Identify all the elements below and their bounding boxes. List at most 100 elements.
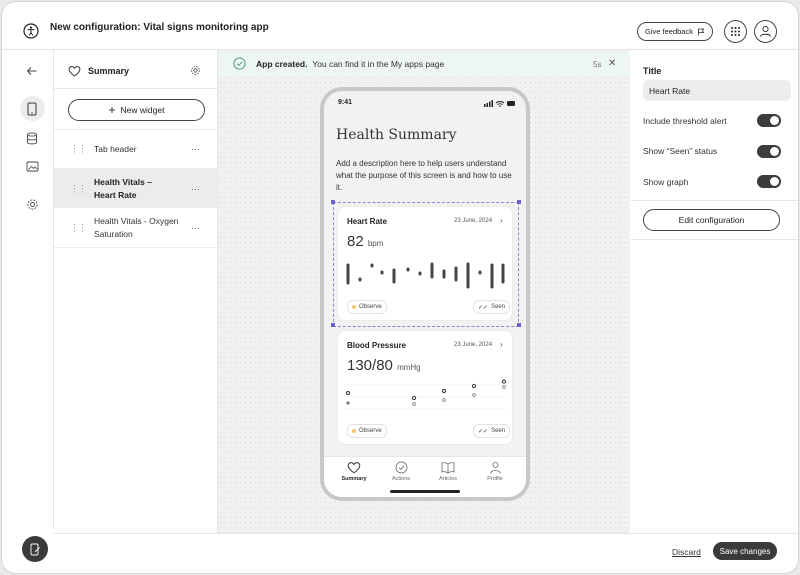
observe-dot-icon <box>352 305 356 309</box>
widget-panel-header: Summary <box>54 50 217 89</box>
save-changes-button[interactable]: Save changes <box>713 542 777 560</box>
toast-bold: App created. <box>256 59 308 69</box>
seen-status-label: Show “Seen” status <box>643 146 718 156</box>
feedback-label: Give feedback <box>645 27 693 36</box>
rail-data-button[interactable] <box>23 129 41 147</box>
seen-status-toggle[interactable] <box>757 145 781 158</box>
more-options-icon[interactable]: ··· <box>191 144 200 154</box>
toast-timer: 5s <box>593 60 602 69</box>
plus-icon: + <box>108 103 116 117</box>
value-unit: mmHg <box>397 363 421 372</box>
card-value: 82 bpm <box>347 233 383 250</box>
title-input[interactable] <box>643 80 791 101</box>
seen-badge[interactable]: ✓✓ Seen <box>473 300 511 314</box>
widget-list-item-selected[interactable]: ⋮⋮ Health Vitals – Heart Rate ··· <box>54 168 217 208</box>
selection-handle[interactable] <box>331 200 335 204</box>
phone-edit-icon <box>30 543 40 555</box>
check-circle-icon <box>395 461 407 474</box>
tab-label: Articles <box>438 476 458 482</box>
double-check-icon: ✓✓ <box>478 304 489 311</box>
more-options-icon[interactable]: ··· <box>191 223 200 233</box>
screen-title: Summary <box>88 66 130 76</box>
selection-handle[interactable] <box>517 323 521 327</box>
double-check-icon: ✓✓ <box>478 428 489 435</box>
heart-rate-sparkline <box>346 262 505 289</box>
icon-rail <box>12 50 54 529</box>
check-circle-icon <box>233 57 246 70</box>
tab-actions[interactable]: Actions <box>381 461 421 482</box>
apps-grid-button[interactable] <box>724 20 747 43</box>
screen-settings-icon[interactable] <box>190 65 201 76</box>
new-widget-button[interactable]: + New widget <box>68 99 205 121</box>
discard-link[interactable]: Discard <box>672 547 701 557</box>
close-icon[interactable]: ✕ <box>608 58 616 69</box>
phone-tab-bar: Summary Actions Articles Profile <box>324 456 526 497</box>
status-icons <box>484 100 515 107</box>
edit-configuration-button[interactable]: Edit configuration <box>643 209 780 231</box>
back-button[interactable] <box>23 62 41 80</box>
drag-handle-icon[interactable]: ⋮⋮ <box>70 144 87 155</box>
threshold-alert-label: Include threshold alert <box>643 116 727 126</box>
tab-label: Summary <box>341 476 367 482</box>
widget-panel: Summary + New widget ⋮⋮ Tab header ··· ⋮… <box>54 50 218 533</box>
apps-grid-icon <box>731 27 740 36</box>
value-unit: bpm <box>367 239 384 248</box>
user-icon <box>760 25 771 37</box>
observe-badge: Observe <box>347 424 387 438</box>
heart-icon <box>347 462 361 474</box>
flag-icon <box>698 28 705 35</box>
observe-dot-icon <box>352 429 356 433</box>
widget-label: Health Vitals – Heart Rate <box>94 177 152 200</box>
user-menu-button[interactable] <box>754 20 777 43</box>
status-time: 9:41 <box>338 99 353 106</box>
widget-list-item[interactable]: ⋮⋮ Health Vitals - Oxygen Saturation ··· <box>54 207 217 248</box>
show-graph-label: Show graph <box>643 177 689 187</box>
card-value: 130/80 mmHg <box>347 357 421 374</box>
rail-media-button[interactable] <box>23 157 41 175</box>
chevron-right-icon[interactable]: › <box>500 216 503 225</box>
blood-pressure-card[interactable]: Blood Pressure 23 June, 2024 › 130/80 mm… <box>338 331 512 444</box>
phone-icon <box>27 102 37 116</box>
seen-badge[interactable]: ✓✓ Seen <box>473 424 511 438</box>
threshold-alert-toggle[interactable] <box>757 114 781 127</box>
drag-handle-icon[interactable]: ⋮⋮ <box>70 183 87 194</box>
tab-label: Actions <box>391 476 411 482</box>
rail-settings-button[interactable] <box>23 195 41 213</box>
badge-label: Observe <box>359 304 382 310</box>
value-number: 82 <box>347 233 364 250</box>
tab-articles[interactable]: Articles <box>428 461 468 482</box>
heart-icon <box>68 66 81 77</box>
observe-badge: Observe <box>347 300 387 314</box>
chevron-right-icon[interactable]: › <box>500 340 503 349</box>
card-title: Blood Pressure <box>347 341 407 350</box>
toast-text: You can find it in the My apps page <box>312 59 445 69</box>
accessibility-logo-icon <box>23 23 39 39</box>
top-bar: New configuration: Vital signs monitorin… <box>2 2 798 50</box>
divider <box>631 239 798 240</box>
tab-summary[interactable]: Summary <box>334 461 374 482</box>
toast-message: App created. You can find it in the My a… <box>256 59 444 69</box>
more-options-icon[interactable]: ··· <box>191 184 200 194</box>
value-number: 130/80 <box>347 357 393 374</box>
tab-profile[interactable]: Profile <box>475 461 515 482</box>
show-graph-toggle[interactable] <box>757 175 781 188</box>
card-date: 23 June, 2024 <box>454 342 493 348</box>
widget-list-item[interactable]: ⋮⋮ Tab header ··· <box>54 129 217 168</box>
tab-label: Profile <box>487 476 503 482</box>
properties-panel: Title Include threshold alert Show “Seen… <box>631 50 798 533</box>
title-field-label: Title <box>643 66 662 76</box>
app-title: New configuration: Vital signs monitorin… <box>50 22 269 33</box>
heart-rate-card[interactable]: Heart Rate 23 June, 2024 › 82 bpm Observ… <box>338 207 512 320</box>
app-frame: New configuration: Vital signs monitorin… <box>2 2 798 573</box>
give-feedback-button[interactable]: Give feedback <box>637 22 713 41</box>
selection-handle[interactable] <box>517 200 521 204</box>
badge-label: Seen <box>491 428 506 434</box>
user-icon <box>489 462 501 474</box>
selection-handle[interactable] <box>331 323 335 327</box>
success-toast: App created. You can find it in the My a… <box>218 52 630 76</box>
arrow-left-icon <box>26 67 37 75</box>
phone-preview: 9:41 Health Summary Add a description he… <box>320 87 530 501</box>
rail-screens-button[interactable] <box>23 100 41 118</box>
preview-device-button[interactable] <box>22 536 48 562</box>
drag-handle-icon[interactable]: ⋮⋮ <box>70 222 87 233</box>
